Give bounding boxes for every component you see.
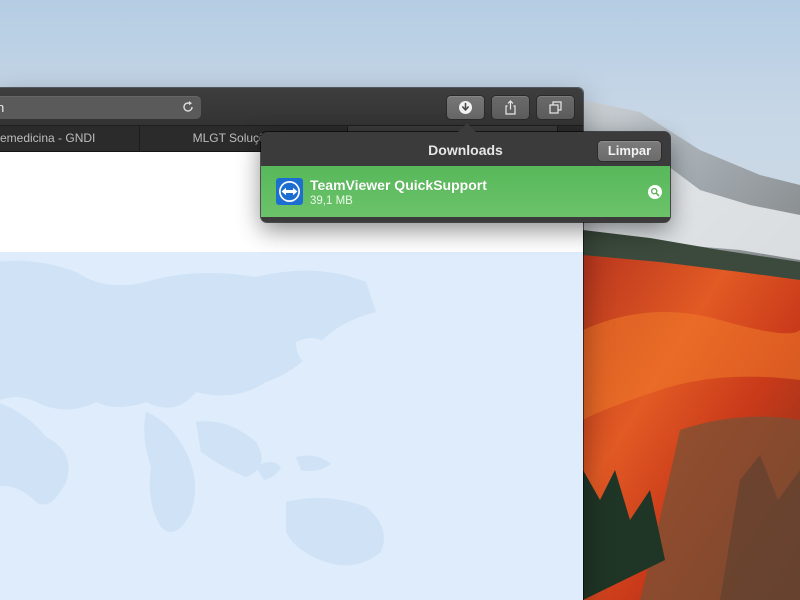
reveal-in-finder-icon[interactable] — [648, 185, 662, 199]
tab-overview-button[interactable] — [537, 96, 574, 119]
share-icon — [505, 100, 516, 115]
address-bar[interactable]: n — [0, 96, 201, 119]
download-item-name: TeamViewer QuickSupport — [310, 177, 487, 193]
address-text: n — [0, 100, 5, 115]
browser-toolbar: n — [0, 88, 583, 126]
share-button[interactable] — [492, 96, 529, 119]
clear-downloads-button[interactable]: Limpar — [598, 141, 661, 161]
tabs-overview-icon — [549, 101, 562, 114]
download-arrow-icon — [459, 101, 472, 114]
download-item-size: 39,1 MB — [310, 195, 353, 207]
tab-emedicina[interactable]: emedicina - GNDI — [0, 126, 140, 152]
download-item[interactable]: TeamViewer QuickSupport 39,1 MB — [261, 166, 670, 217]
reload-icon[interactable] — [181, 100, 195, 114]
world-map-image — [0, 252, 583, 600]
teamviewer-app-icon — [276, 178, 303, 205]
downloads-button[interactable] — [447, 96, 484, 119]
downloads-popover: Downloads Limpar TeamViewer QuickSupport… — [261, 123, 670, 222]
